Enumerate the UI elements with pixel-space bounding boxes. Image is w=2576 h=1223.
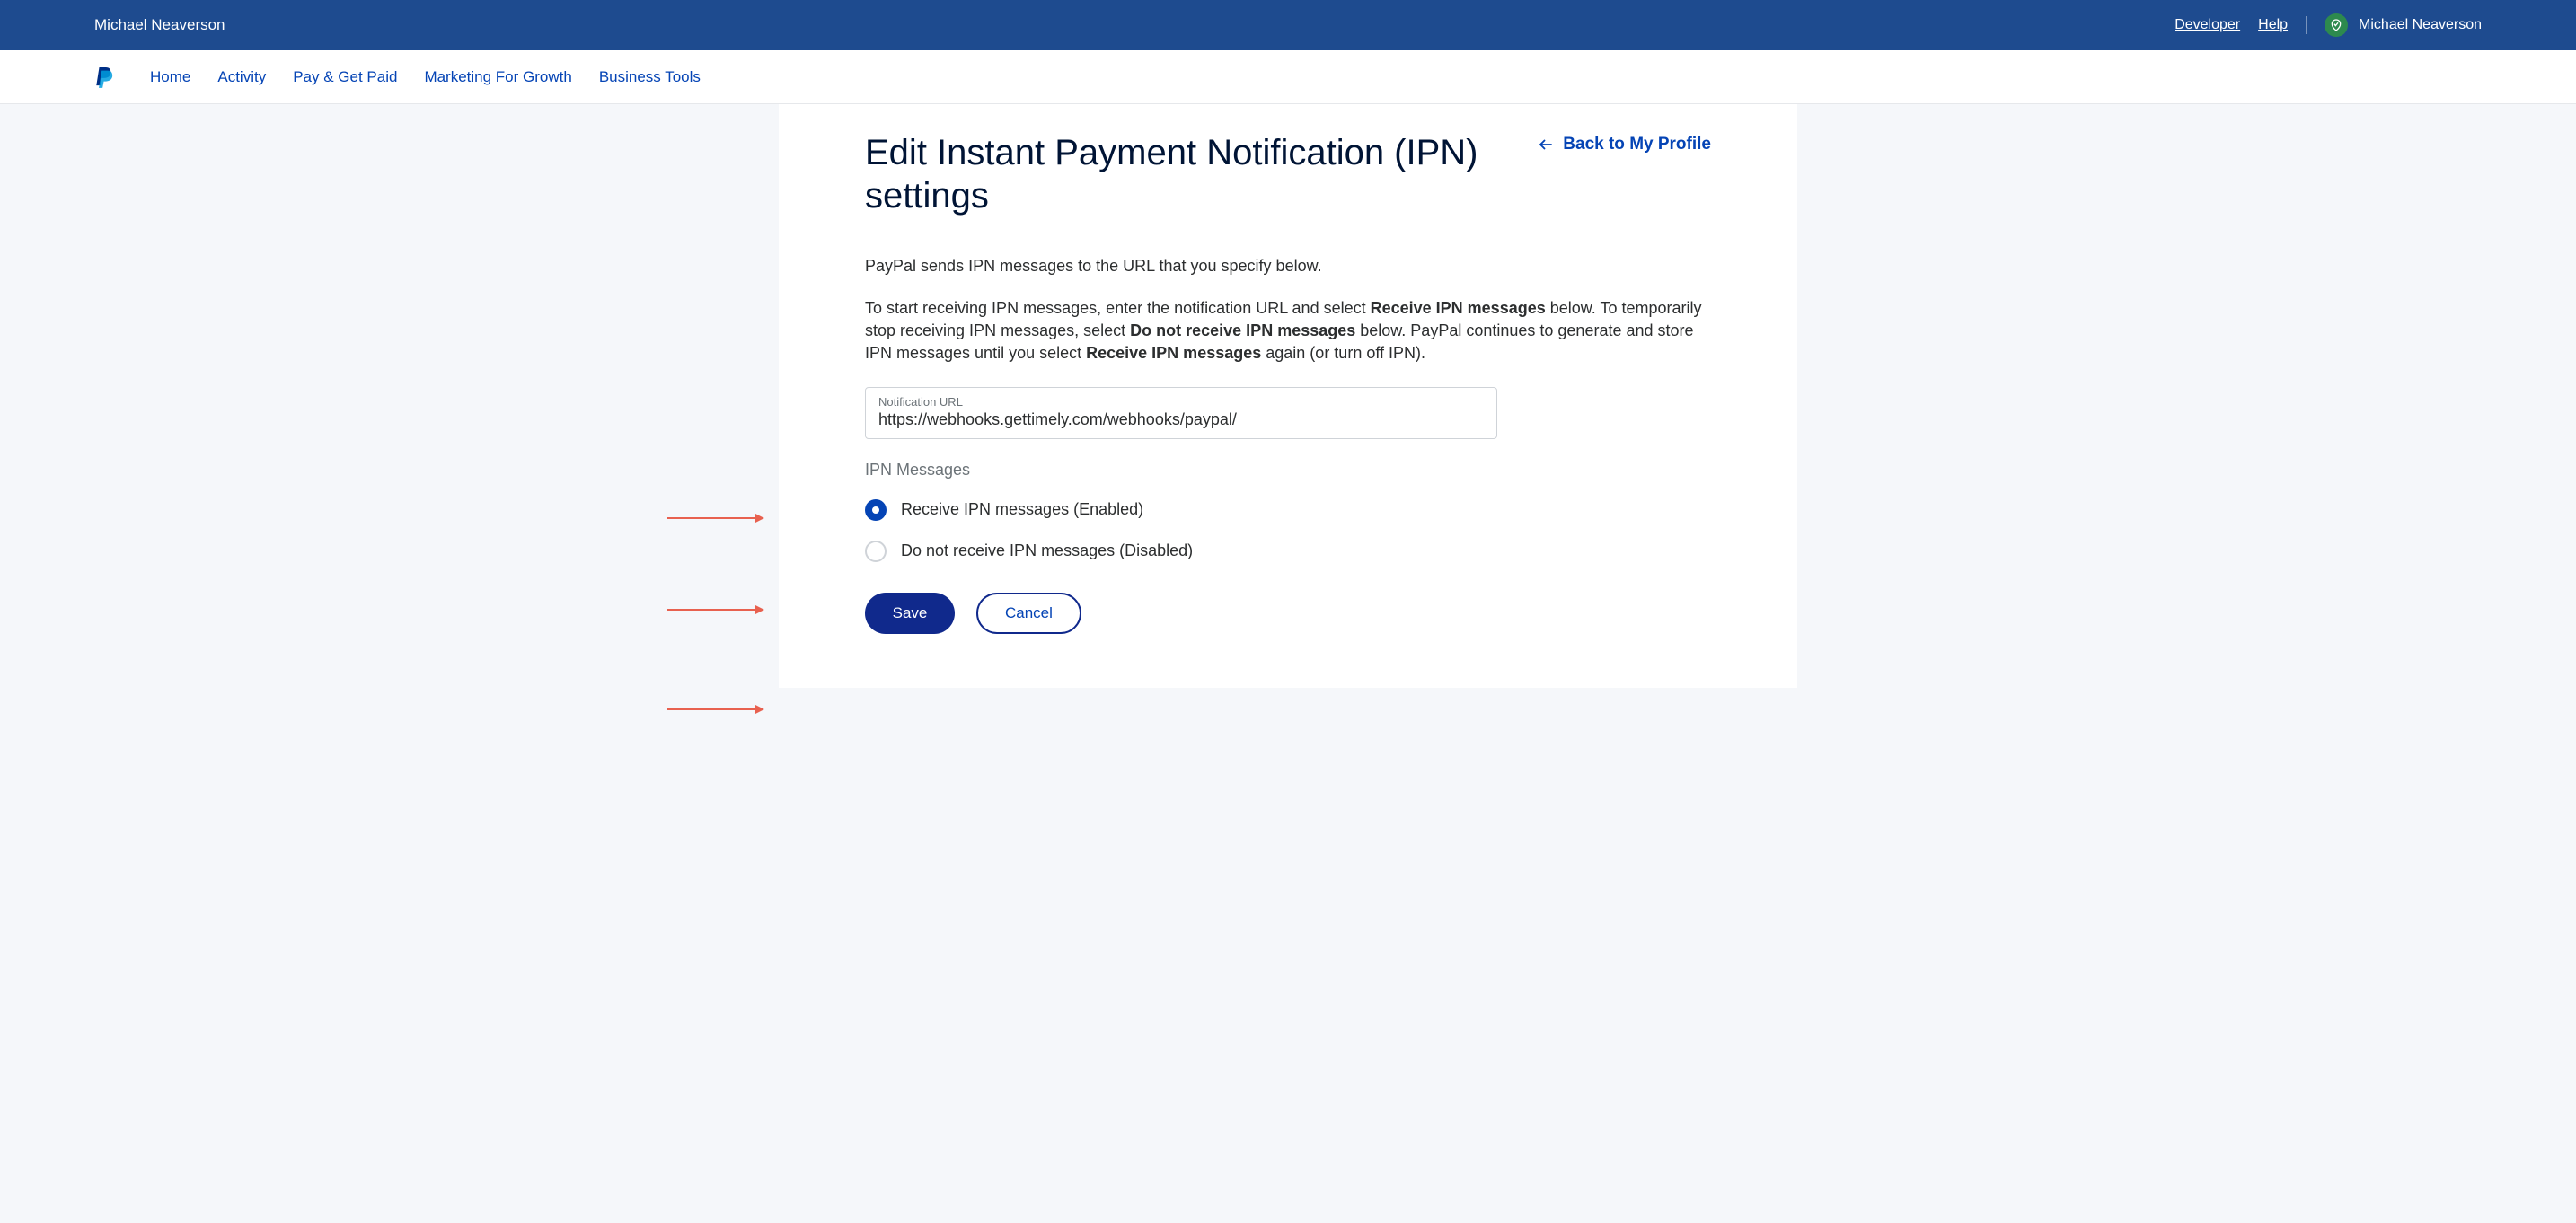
- nav-activity[interactable]: Activity: [217, 68, 266, 86]
- notification-url-field[interactable]: Notification URL: [865, 387, 1497, 439]
- annotation-arrow-icon: [667, 603, 764, 612]
- ipn-messages-label: IPN Messages: [865, 461, 1711, 480]
- nav-pay-get-paid[interactable]: Pay & Get Paid: [293, 68, 397, 86]
- intro-2-b2: Do not receive IPN messages: [1130, 321, 1355, 339]
- top-bar: Michael Neaverson Developer Help Michael…: [0, 0, 2576, 50]
- radio-receive-label: Receive IPN messages (Enabled): [901, 500, 1143, 519]
- intro-2-tail: again (or turn off IPN).: [1261, 344, 1425, 362]
- paypal-logo-icon[interactable]: [94, 66, 114, 89]
- radio-icon-checked: [865, 499, 887, 521]
- annotation-arrow-icon: [667, 702, 764, 711]
- save-button[interactable]: Save: [865, 593, 955, 634]
- top-bar-right: Developer Help Michael Neaverson: [2175, 13, 2482, 37]
- button-row: Save Cancel: [865, 593, 1711, 634]
- annotation-arrow-icon: [667, 511, 764, 520]
- intro-text-2: To start receiving IPN messages, enter t…: [865, 297, 1711, 365]
- nav-marketing[interactable]: Marketing For Growth: [424, 68, 571, 86]
- intro-2-b1: Receive IPN messages: [1371, 299, 1546, 317]
- intro-text-1: PayPal sends IPN messages to the URL tha…: [865, 257, 1711, 276]
- content-card: Back to My Profile Edit Instant Payment …: [779, 104, 1797, 688]
- notification-url-label: Notification URL: [878, 395, 1484, 409]
- intro-2-b3: Receive IPN messages: [1086, 344, 1261, 362]
- help-link[interactable]: Help: [2258, 17, 2288, 33]
- notification-url-input[interactable]: [878, 410, 1484, 429]
- nav-business-tools[interactable]: Business Tools: [599, 68, 701, 86]
- arrow-left-icon: [1538, 136, 1554, 153]
- nav-home[interactable]: Home: [150, 68, 190, 86]
- account-menu[interactable]: Michael Neaverson: [2325, 13, 2482, 37]
- back-link-label: Back to My Profile: [1563, 135, 1711, 154]
- account-name-left: Michael Neaverson: [94, 16, 225, 34]
- radio-icon-unchecked: [865, 541, 887, 562]
- nav-bar: Home Activity Pay & Get Paid Marketing F…: [0, 50, 2576, 104]
- page-title: Edit Instant Payment Notification (IPN) …: [865, 131, 1494, 217]
- developer-link[interactable]: Developer: [2175, 17, 2240, 33]
- top-divider: [2306, 16, 2307, 34]
- radio-do-not-receive-label: Do not receive IPN messages (Disabled): [901, 541, 1193, 560]
- avatar-icon: [2325, 13, 2348, 37]
- radio-do-not-receive-ipn[interactable]: Do not receive IPN messages (Disabled): [865, 541, 1711, 562]
- intro-2-pre: To start receiving IPN messages, enter t…: [865, 299, 1371, 317]
- back-to-profile-link[interactable]: Back to My Profile: [1538, 135, 1711, 154]
- cancel-button[interactable]: Cancel: [976, 593, 1081, 634]
- account-name-right: Michael Neaverson: [2359, 17, 2482, 33]
- radio-receive-ipn[interactable]: Receive IPN messages (Enabled): [865, 499, 1711, 521]
